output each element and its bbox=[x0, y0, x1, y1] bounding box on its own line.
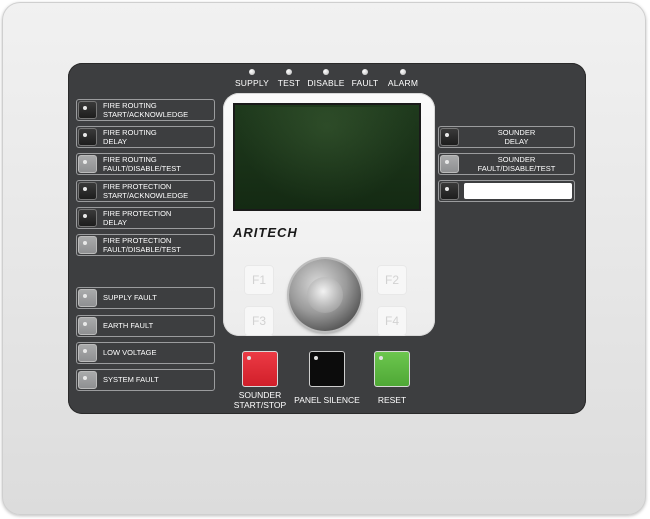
led-icon bbox=[83, 214, 87, 218]
sounder-start-stop-button[interactable] bbox=[242, 351, 278, 387]
disable-led-icon bbox=[323, 69, 329, 75]
supply-led-icon bbox=[249, 69, 255, 75]
fire-protection-fault-disable-test-button[interactable]: FIRE PROTECTION FAULT/DISABLE/TEST bbox=[76, 234, 215, 256]
f3-key[interactable]: F3 bbox=[244, 306, 274, 336]
f2-key[interactable]: F2 bbox=[377, 265, 407, 295]
knob-cap-icon bbox=[307, 277, 343, 313]
fault-led-icon bbox=[362, 69, 368, 75]
indicator-lens-icon bbox=[78, 317, 97, 335]
panel-enclosure: SUPPLY TEST DISABLE FAULT ALARM FIRE ROU… bbox=[2, 2, 646, 515]
display-unit: ARITECH F1 F2 F3 F4 bbox=[223, 93, 435, 336]
led-icon bbox=[83, 187, 87, 191]
led-icon bbox=[83, 349, 87, 353]
sounder-delay-button[interactable]: SOUNDER DELAY bbox=[438, 126, 575, 148]
zone-button-icon[interactable] bbox=[440, 182, 459, 200]
zone-button-icon[interactable] bbox=[440, 128, 459, 146]
lcd-screen bbox=[233, 103, 421, 211]
zone-button-icon[interactable] bbox=[78, 101, 97, 119]
alarm-led-icon bbox=[400, 69, 406, 75]
fire-routing-start-ack-button[interactable]: FIRE ROUTING START/ACKNOWLEDGE bbox=[76, 99, 215, 121]
panel-silence-label: PANEL SILENCE bbox=[294, 395, 360, 405]
led-icon bbox=[445, 160, 449, 164]
led-icon bbox=[83, 160, 87, 164]
zone-button-icon[interactable] bbox=[78, 128, 97, 146]
test-led-icon bbox=[286, 69, 292, 75]
led-icon bbox=[83, 322, 87, 326]
status-indicator-row: SUPPLY TEST DISABLE FAULT ALARM bbox=[68, 63, 586, 88]
zone-button-icon[interactable] bbox=[78, 182, 97, 200]
system-fault-indicator: SYSTEM FAULT bbox=[76, 369, 215, 391]
led-icon bbox=[314, 356, 318, 360]
zone-button-icon[interactable] bbox=[78, 236, 97, 254]
spare-zone-button[interactable] bbox=[438, 180, 575, 202]
rotary-knob[interactable] bbox=[289, 259, 361, 331]
led-icon bbox=[83, 241, 87, 245]
blank-label-card bbox=[464, 183, 572, 199]
led-icon bbox=[83, 376, 87, 380]
led-icon bbox=[445, 187, 449, 191]
indicator-lens-icon bbox=[78, 371, 97, 389]
f4-key[interactable]: F4 bbox=[377, 306, 407, 336]
led-icon bbox=[379, 356, 383, 360]
zone-button-icon[interactable] bbox=[78, 155, 97, 173]
led-icon bbox=[247, 356, 251, 360]
indicator-lens-icon bbox=[78, 289, 97, 307]
led-icon bbox=[83, 294, 87, 298]
low-voltage-indicator: LOW VOLTAGE bbox=[76, 342, 215, 364]
led-icon bbox=[445, 133, 449, 137]
fire-protection-delay-button[interactable]: FIRE PROTECTION DELAY bbox=[76, 207, 215, 229]
zone-button-icon[interactable] bbox=[440, 155, 459, 173]
reset-label: RESET bbox=[377, 395, 407, 405]
f1-key[interactable]: F1 bbox=[244, 265, 274, 295]
supply-fault-indicator: SUPPLY FAULT bbox=[76, 287, 215, 309]
alarm-indicator: ALARM bbox=[373, 69, 433, 88]
zone-button-icon[interactable] bbox=[78, 209, 97, 227]
sounder-start-stop-label: SOUNDER START/STOP bbox=[233, 390, 287, 410]
indicator-lens-icon bbox=[78, 344, 97, 362]
reset-button[interactable] bbox=[374, 351, 410, 387]
brand-logo: ARITECH bbox=[233, 225, 298, 240]
earth-fault-indicator: EARTH FAULT bbox=[76, 315, 215, 337]
fire-routing-fault-disable-test-button[interactable]: FIRE ROUTING FAULT/DISABLE/TEST bbox=[76, 153, 215, 175]
fire-routing-delay-button[interactable]: FIRE ROUTING DELAY bbox=[76, 126, 215, 148]
led-icon bbox=[83, 106, 87, 110]
led-icon bbox=[83, 133, 87, 137]
fire-protection-start-ack-button[interactable]: FIRE PROTECTION START/ACKNOWLEDGE bbox=[76, 180, 215, 202]
sounder-fault-disable-test-button[interactable]: SOUNDER FAULT/DISABLE/TEST bbox=[438, 153, 575, 175]
panel-silence-button[interactable] bbox=[309, 351, 345, 387]
